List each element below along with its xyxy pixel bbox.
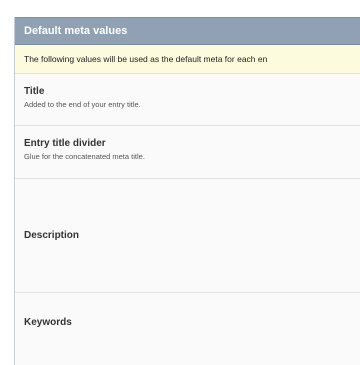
field-label-entry-title-divider: Entry title divider bbox=[24, 138, 106, 149]
panel-title: Default meta values bbox=[24, 25, 128, 37]
panel-header: Default meta values bbox=[15, 17, 360, 45]
field-row-description: Description bbox=[15, 179, 360, 293]
notice-text: The following values will be used as the… bbox=[24, 54, 268, 64]
field-row-title: Title Added to the end of your entry tit… bbox=[15, 74, 360, 126]
field-description-entry-title-divider: Glue for the concatenated meta title. bbox=[24, 152, 145, 161]
field-row-keywords: Keywords bbox=[15, 293, 360, 365]
field-description-title: Added to the end of your entry title. bbox=[24, 100, 141, 109]
field-label-title: Title bbox=[24, 86, 45, 97]
default-meta-panel: Default meta values The following values… bbox=[14, 17, 360, 365]
field-label-description: Description bbox=[24, 229, 80, 241]
field-row-entry-title-divider: Entry title divider Glue for the concate… bbox=[15, 126, 360, 179]
page: Default meta values The following values… bbox=[0, 0, 360, 365]
info-notice: The following values will be used as the… bbox=[15, 45, 360, 74]
field-label-keywords: Keywords bbox=[24, 317, 72, 328]
